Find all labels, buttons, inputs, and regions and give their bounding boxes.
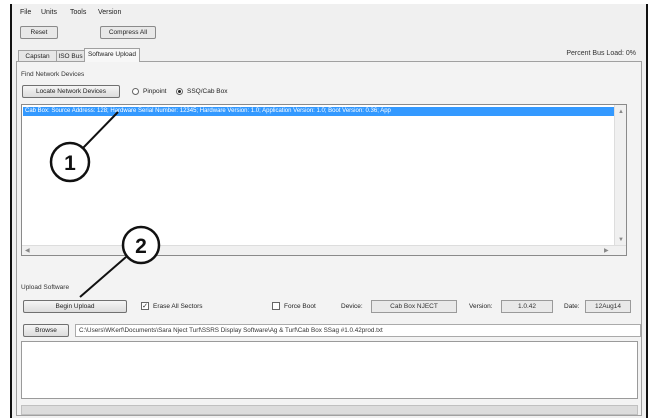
file-path-field[interactable]: C:\Users\WKerf\Documents\Sara Nject Turf…: [75, 324, 641, 337]
compress-all-button[interactable]: Compress All: [100, 26, 156, 39]
scroll-left-icon[interactable]: ◀: [25, 247, 30, 254]
find-network-devices-title: Find Network Devices: [21, 71, 85, 78]
menu-file[interactable]: File: [20, 9, 31, 16]
scroll-up-icon[interactable]: ▲: [618, 109, 624, 115]
device-field: Cab Box NJECT: [371, 300, 457, 313]
begin-upload-button[interactable]: Begin Upload: [23, 300, 127, 313]
date-field: 12Aug14: [585, 300, 631, 313]
application-window: File Units Tools Version Reset Compress …: [10, 4, 648, 418]
tab-software-upload[interactable]: Software Upload: [84, 48, 140, 62]
horizontal-scrollbar[interactable]: ◀ ▶: [22, 245, 626, 255]
upload-software-title: Upload Software: [21, 284, 70, 291]
software-upload-panel: Find Network Devices Locate Network Devi…: [16, 61, 642, 416]
date-label: Date:: [564, 303, 580, 310]
pinpoint-radio[interactable]: [132, 88, 139, 95]
menu-version[interactable]: Version: [98, 9, 121, 16]
version-field: 1.0.42: [501, 300, 553, 313]
erase-all-sectors-checkbox[interactable]: ✓: [141, 302, 149, 310]
upload-log-box: [21, 341, 638, 399]
percent-bus-load: Percent Bus Load: 0%: [566, 50, 636, 57]
force-boot-label: Force Boot: [284, 303, 316, 310]
scroll-down-icon[interactable]: ▼: [618, 237, 624, 243]
menu-tools[interactable]: Tools: [70, 9, 86, 16]
network-devices-list[interactable]: Cab Box: Source Address: 128; Hardware S…: [21, 104, 627, 256]
force-boot-checkbox[interactable]: [272, 302, 280, 310]
ssq-cab-box-radio-label: SSQ/Cab Box: [187, 88, 228, 95]
device-label: Device:: [341, 303, 363, 310]
list-item[interactable]: Cab Box: Source Address: 128; Hardware S…: [23, 107, 615, 116]
erase-all-sectors-label: Erase All Sectors: [153, 303, 203, 310]
menu-bar: File Units Tools Version: [12, 6, 646, 20]
pinpoint-radio-label: Pinpoint: [143, 88, 167, 95]
scroll-right-icon[interactable]: ▶: [604, 247, 609, 254]
upload-progress-bar: [21, 405, 638, 415]
locate-network-devices-button[interactable]: Locate Network Devices: [22, 85, 120, 98]
browse-button[interactable]: Browse: [23, 324, 69, 337]
ssq-cab-box-radio[interactable]: [176, 88, 183, 95]
reset-button[interactable]: Reset: [20, 26, 58, 39]
version-label: Version:: [469, 303, 493, 310]
vertical-scrollbar[interactable]: ▲ ▼: [614, 105, 626, 255]
menu-units[interactable]: Units: [41, 9, 57, 16]
